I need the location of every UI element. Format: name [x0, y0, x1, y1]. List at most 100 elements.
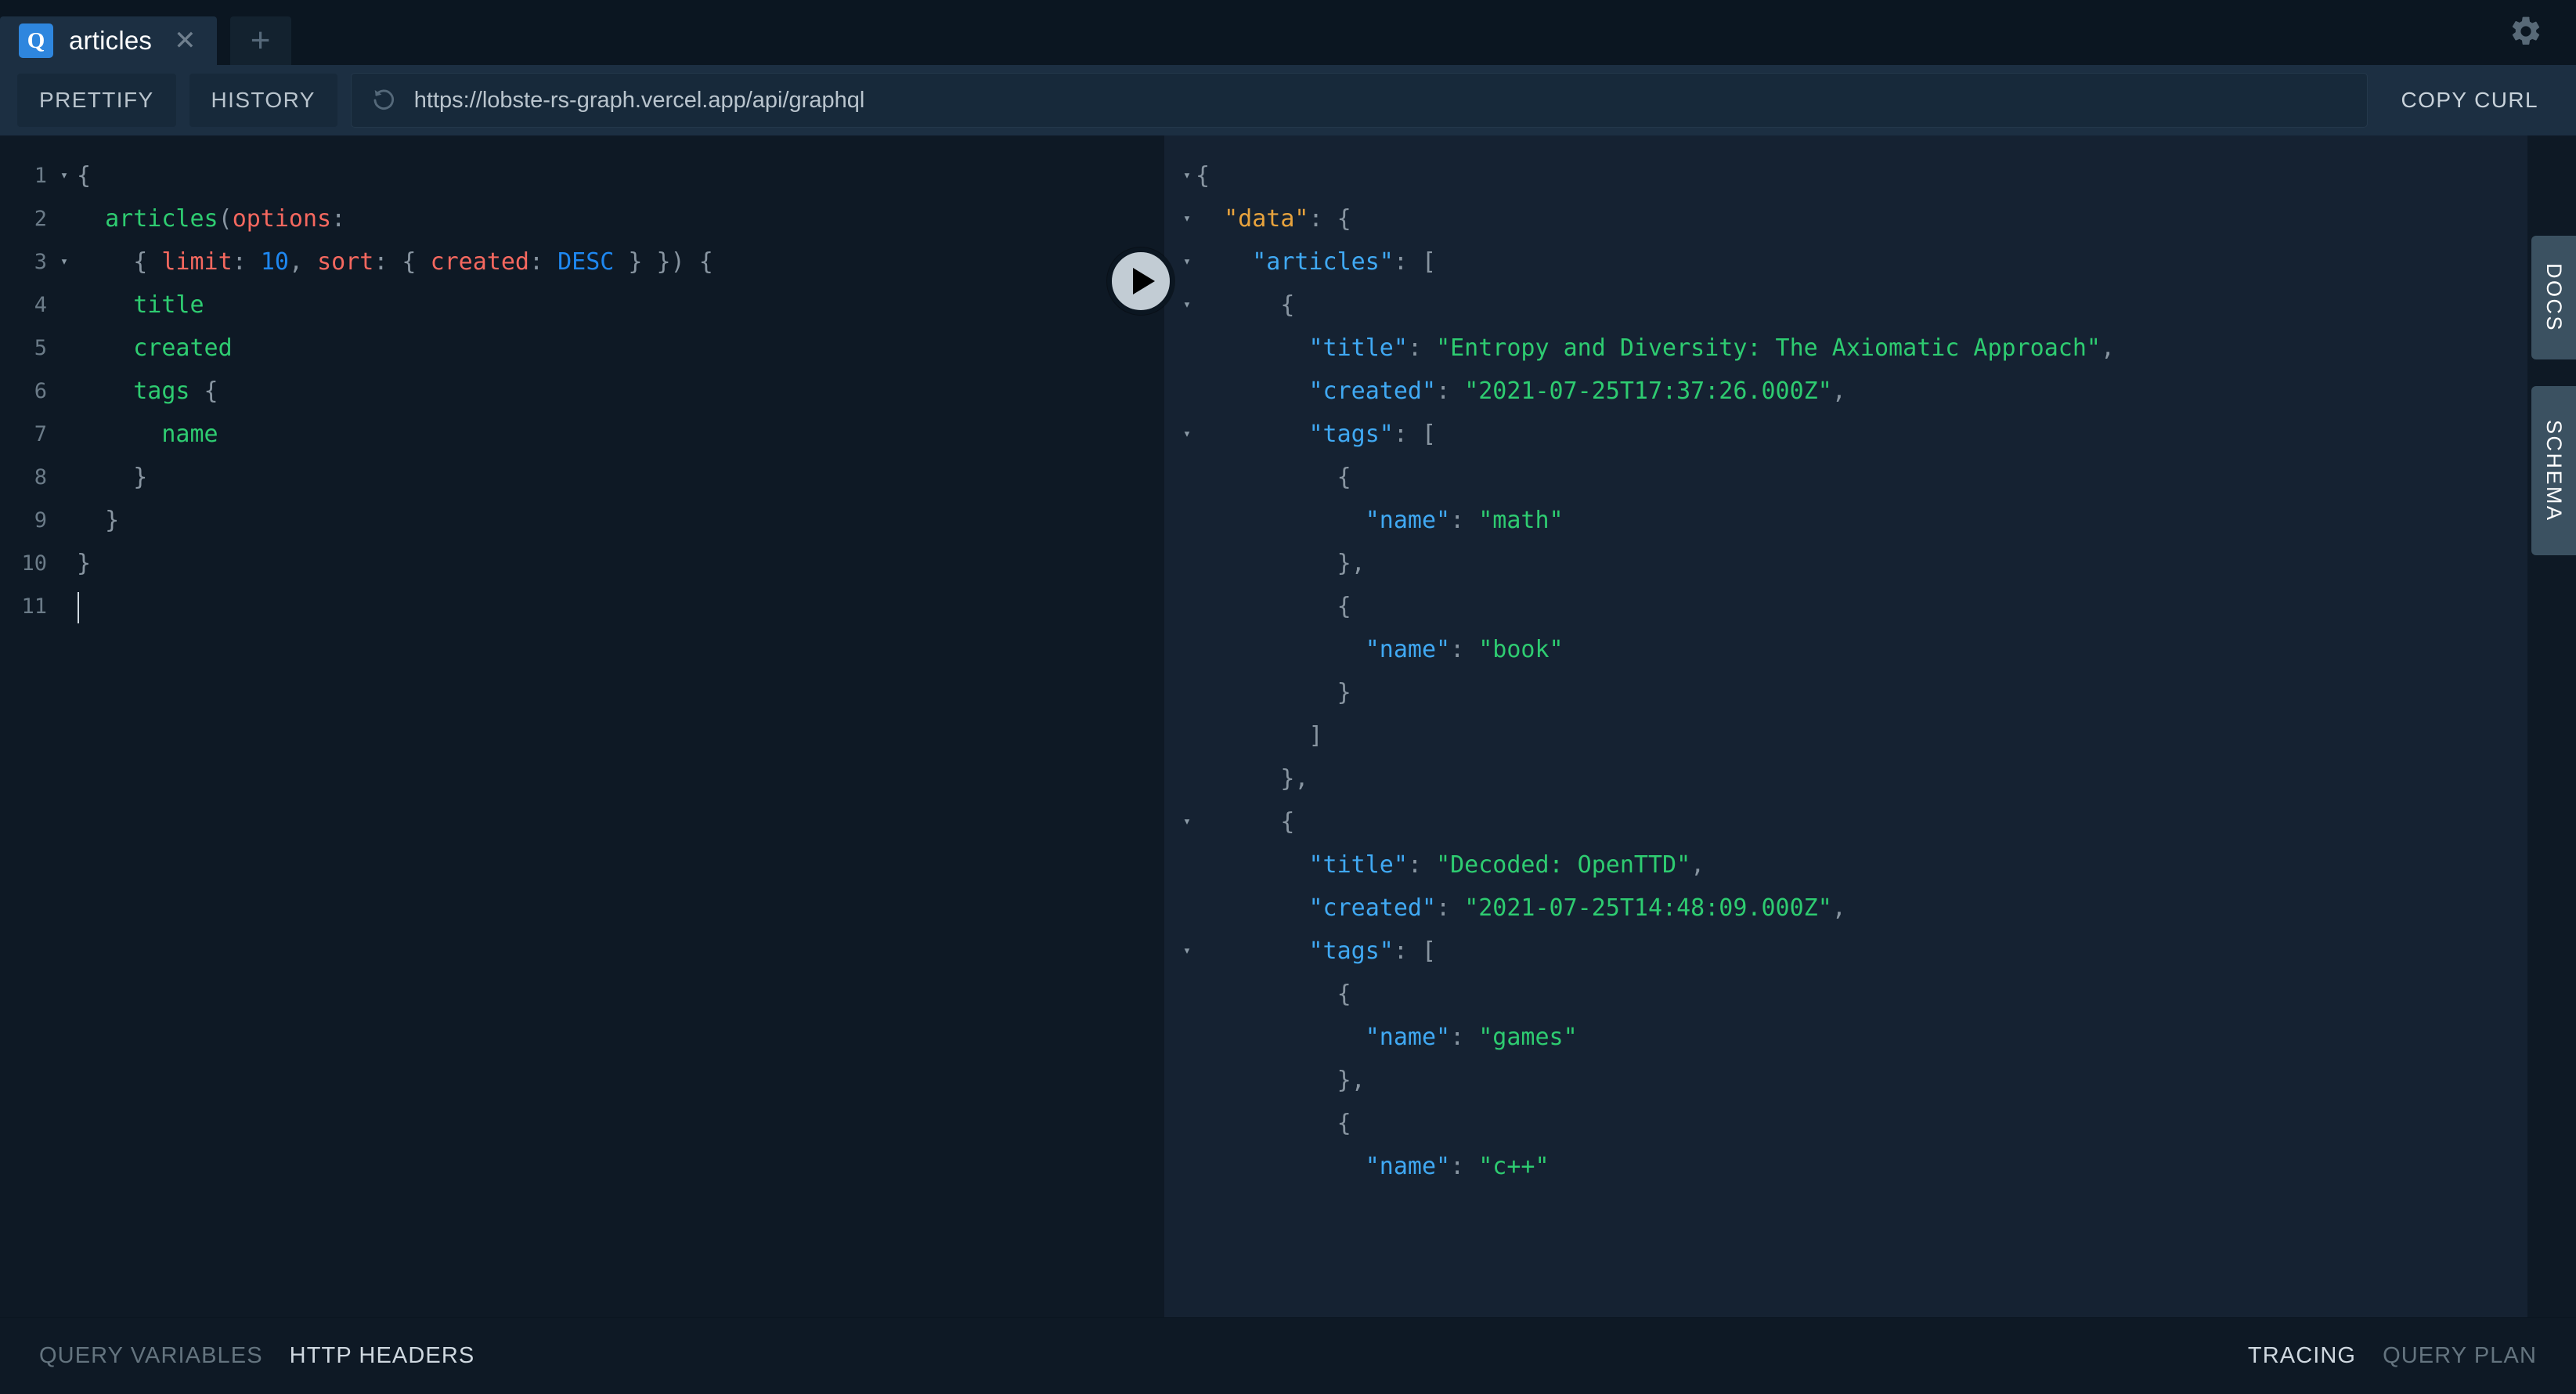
response-line: "name": "games" [1164, 1016, 2576, 1059]
response-line: "title": "Decoded: OpenTTD", [1164, 843, 2576, 887]
close-icon[interactable]: ✕ [174, 27, 197, 54]
response-line: ▾ "data": { [1164, 197, 2576, 240]
docs-tab[interactable]: DOCS [2531, 236, 2576, 359]
response-pane[interactable]: ▾{▾ "data": {▾ "articles": [▾ { "title":… [1164, 135, 2576, 1317]
fold-toggle-icon[interactable]: ▾ [1164, 930, 1196, 973]
footer-right-tabs: TRACING QUERY PLAN [2248, 1343, 2537, 1369]
graphql-playground-window: Q articles ✕ + PRETTIFY HISTORY https://… [0, 0, 2576, 1394]
response-line-text: }, [1196, 757, 1309, 800]
response-line: ▾{ [1164, 154, 2576, 197]
response-line: ] [1164, 714, 2576, 757]
response-line-text: { [1196, 154, 1210, 197]
undo-history-icon[interactable] [370, 85, 397, 116]
response-line-text: { [1196, 456, 1351, 499]
query-line-text: { limit: 10, sort: { created: DESC } }) … [77, 240, 713, 283]
response-line: }, [1164, 1059, 2576, 1102]
line-number: 3 [0, 240, 52, 283]
footer-left-tabs: QUERY VARIABLES HTTP HEADERS [39, 1343, 474, 1369]
history-button[interactable]: HISTORY [189, 74, 337, 127]
query-editor-pane[interactable]: 1▾{2 articles(options:3▾ { limit: 10, so… [0, 135, 1164, 1317]
response-line-text: "tags": [ [1196, 930, 1436, 973]
new-tab-button[interactable]: + [230, 16, 291, 65]
query-line: 7 name [0, 413, 1164, 456]
fold-toggle-icon[interactable]: ▾ [52, 154, 77, 197]
gear-icon[interactable] [2509, 14, 2543, 52]
tab-query-variables[interactable]: QUERY VARIABLES [39, 1343, 263, 1369]
toolbar: PRETTIFY HISTORY https://lobste-rs-graph… [0, 65, 2576, 135]
response-line: ▾ { [1164, 800, 2576, 843]
schema-tab[interactable]: SCHEMA [2531, 386, 2576, 555]
copy-curl-button[interactable]: COPY CURL [2381, 74, 2559, 127]
response-line-text: }, [1196, 1059, 1366, 1102]
response-line: "title": "Entropy and Diversity: The Axi… [1164, 327, 2576, 370]
query-line: 8 } [0, 456, 1164, 499]
line-number: 4 [0, 283, 52, 327]
line-number: 5 [0, 327, 52, 370]
line-number: 9 [0, 499, 52, 542]
response-line: "created": "2021-07-25T17:37:26.000Z", [1164, 370, 2576, 413]
play-icon [1107, 247, 1174, 315]
query-line-text: created [77, 327, 233, 370]
response-line-text: } [1196, 671, 1351, 714]
line-number: 6 [0, 370, 52, 413]
play-triangle [1133, 268, 1155, 294]
line-number: 8 [0, 456, 52, 499]
tab-query-plan[interactable]: QUERY PLAN [2383, 1343, 2537, 1369]
response-line-text: "title": "Decoded: OpenTTD", [1196, 843, 1705, 887]
line-number: 1 [0, 154, 52, 197]
response-line-text: "name": "math" [1196, 499, 1564, 542]
tab-http-headers[interactable]: HTTP HEADERS [290, 1343, 475, 1369]
query-line-text: } [77, 499, 119, 542]
response-line: { [1164, 1102, 2576, 1145]
response-line: ▾ { [1164, 283, 2576, 327]
text-cursor [78, 592, 79, 623]
query-line-text: } [77, 456, 147, 499]
query-line: 4 title [0, 283, 1164, 327]
session-tab-articles[interactable]: Q articles ✕ [0, 16, 217, 65]
endpoint-url-value: https://lobste-rs-graph.vercel.app/api/g… [414, 88, 864, 114]
fold-toggle-icon[interactable]: ▾ [1164, 154, 1196, 197]
query-line-text: title [77, 283, 204, 327]
query-line-text: } [77, 542, 91, 585]
execute-query-button[interactable] [1107, 247, 1174, 315]
tab-tracing[interactable]: TRACING [2248, 1343, 2356, 1369]
response-line: "created": "2021-07-25T14:48:09.000Z", [1164, 887, 2576, 930]
line-number: 10 [0, 542, 52, 585]
fold-toggle-icon[interactable]: ▾ [52, 240, 77, 283]
query-line: 11 [0, 585, 1164, 628]
response-line-text: "name": "games" [1196, 1016, 1578, 1059]
response-line-text: "tags": [ [1196, 413, 1436, 456]
prettify-button[interactable]: PRETTIFY [17, 74, 176, 127]
fold-toggle-icon[interactable]: ▾ [1164, 197, 1196, 240]
query-line: 9 } [0, 499, 1164, 542]
fold-toggle-icon[interactable]: ▾ [1164, 413, 1196, 456]
tab-bar: Q articles ✕ + [0, 0, 2576, 65]
line-number: 2 [0, 197, 52, 240]
footer-bar: QUERY VARIABLES HTTP HEADERS TRACING QUERY… [0, 1317, 2576, 1394]
response-line-text: "name": "book" [1196, 628, 1564, 671]
fold-toggle-icon[interactable]: ▾ [1164, 800, 1196, 843]
response-line: "name": "c++" [1164, 1145, 2576, 1188]
response-line: ▾ "tags": [ [1164, 413, 2576, 456]
response-line: ▾ "tags": [ [1164, 930, 2576, 973]
query-line-text: { [77, 154, 91, 197]
response-line: } [1164, 671, 2576, 714]
response-line-text: "name": "c++" [1196, 1145, 1550, 1188]
endpoint-url-input[interactable]: https://lobste-rs-graph.vercel.app/api/g… [351, 73, 2368, 128]
query-line-text: articles(options: [77, 197, 345, 240]
query-line-text: tags { [77, 370, 218, 413]
response-line-text: { [1196, 973, 1351, 1016]
query-type-badge: Q [19, 23, 53, 58]
query-line: 2 articles(options: [0, 197, 1164, 240]
query-line: 1▾{ [0, 154, 1164, 197]
query-line: 10} [0, 542, 1164, 585]
response-line-text: { [1196, 800, 1294, 843]
response-line: ▾ "articles": [ [1164, 240, 2576, 283]
editor-area: 1▾{2 articles(options:3▾ { limit: 10, so… [0, 135, 2576, 1317]
response-line: "name": "math" [1164, 499, 2576, 542]
response-line: { [1164, 585, 2576, 628]
response-line-text: "data": { [1196, 197, 1351, 240]
session-tab-label: articles [69, 26, 152, 56]
response-line-text: { [1196, 283, 1294, 327]
query-line: 6 tags { [0, 370, 1164, 413]
